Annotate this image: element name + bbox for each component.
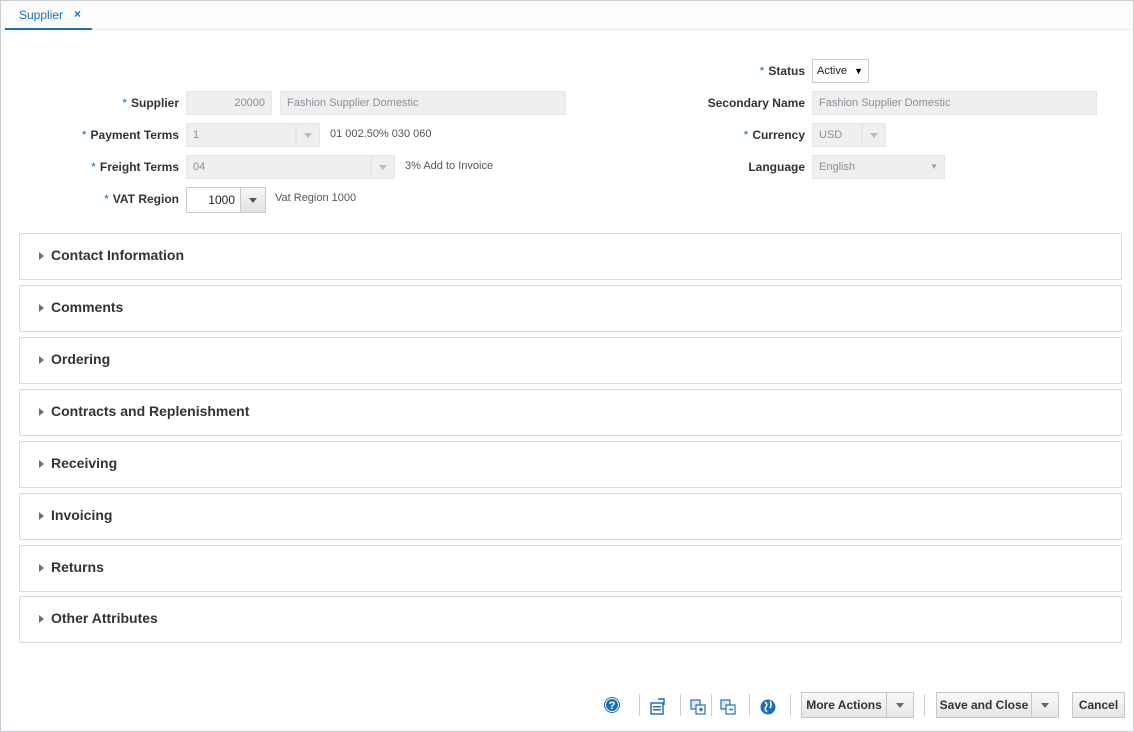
freight-terms-dropdown-icon [371, 155, 395, 179]
freight-terms-label: * Freight Terms [91, 160, 179, 174]
chevron-down-icon [896, 703, 904, 708]
language-field: English ▼ [812, 155, 945, 179]
expand-arrow-icon [39, 252, 44, 260]
section-ordering[interactable]: Ordering [19, 337, 1122, 384]
section-title[interactable]: Ordering [51, 351, 110, 367]
status-value: Active [817, 65, 847, 77]
cancel-button[interactable]: Cancel [1072, 692, 1125, 718]
section-comments[interactable]: Comments [19, 285, 1122, 332]
tab-label[interactable]: Supplier [19, 8, 63, 22]
supplier-name-field: Fashion Supplier Domestic [280, 91, 566, 115]
section-title[interactable]: Contracts and Replenishment [51, 403, 249, 419]
svg-text:?: ? [609, 700, 616, 712]
payment-terms-description: 01 002.50% 030 060 [330, 128, 432, 140]
section-title[interactable]: Receiving [51, 455, 117, 471]
expand-arrow-icon [39, 408, 44, 416]
chevron-down-icon [249, 198, 257, 203]
section-contact-information[interactable]: Contact Information [19, 233, 1122, 280]
globe-icon[interactable] [759, 698, 779, 718]
copy-icon[interactable] [719, 698, 739, 718]
toolbar-separator [711, 694, 712, 716]
toolbar-separator [749, 694, 750, 716]
export-icon[interactable] [649, 698, 669, 718]
currency-field: USD [812, 123, 862, 147]
chevron-down-icon [1041, 703, 1049, 708]
expand-arrow-icon [39, 304, 44, 312]
section-title[interactable]: Other Attributes [51, 610, 158, 626]
attach-icon[interactable] [689, 698, 709, 718]
section-title[interactable]: Comments [51, 299, 123, 315]
section-title[interactable]: Invoicing [51, 507, 112, 523]
currency-label: * Currency [743, 128, 805, 142]
window-frame: Supplier × * Supplier 20000 Fashion Suppl… [0, 0, 1134, 732]
chevron-down-icon: ▼ [930, 162, 938, 171]
toolbar-separator [924, 694, 925, 716]
currency-dropdown-icon [862, 123, 886, 147]
freight-terms-description: 3% Add to Invoice [405, 160, 494, 172]
more-actions-button[interactable]: More Actions [801, 692, 887, 718]
status-label: * Status [759, 64, 805, 78]
expand-arrow-icon [39, 512, 44, 520]
payment-terms-dropdown-icon [296, 123, 320, 147]
section-contracts-replenishment[interactable]: Contracts and Replenishment [19, 389, 1122, 436]
expand-arrow-icon [39, 460, 44, 468]
language-value: English [819, 161, 856, 173]
vat-region-label: * VAT Region [104, 192, 179, 206]
help-icon[interactable]: ? [603, 696, 623, 716]
vat-region-description: Vat Region 1000 [275, 192, 357, 204]
section-invoicing[interactable]: Invoicing [19, 493, 1122, 540]
section-title[interactable]: Contact Information [51, 247, 184, 263]
expand-arrow-icon [39, 564, 44, 572]
payment-terms-field: 1 [186, 123, 296, 147]
status-select[interactable]: Active ▼ [812, 59, 869, 83]
vat-region-input[interactable]: 1000 [186, 187, 241, 213]
toolbar-separator [680, 694, 681, 716]
section-other-attributes[interactable]: Other Attributes [19, 596, 1122, 643]
section-receiving[interactable]: Receiving [19, 441, 1122, 488]
vat-region-dropdown-button[interactable] [240, 187, 266, 213]
expand-arrow-icon [39, 356, 44, 364]
more-actions-dropdown[interactable] [886, 692, 914, 718]
section-title[interactable]: Returns [51, 559, 104, 575]
toolbar-separator [790, 694, 791, 716]
chevron-down-icon: ▼ [854, 66, 863, 76]
save-dropdown[interactable] [1031, 692, 1059, 718]
payment-terms-label: * Payment Terms [81, 128, 179, 142]
language-label: Language [748, 160, 805, 174]
tab-bar: Supplier × [2, 2, 1132, 30]
secondary-name-field: Fashion Supplier Domestic [812, 91, 1097, 115]
save-and-close-button[interactable]: Save and Close [936, 692, 1032, 718]
freight-terms-field: 04 [186, 155, 371, 179]
expand-arrow-icon [39, 615, 44, 623]
toolbar-separator [639, 694, 640, 716]
supplier-label: * Supplier [122, 96, 179, 110]
supplier-id-field: 20000 [186, 91, 272, 115]
section-returns[interactable]: Returns [19, 545, 1122, 592]
close-icon[interactable]: × [74, 7, 81, 21]
secondary-name-label: Secondary Name [707, 96, 805, 110]
tab-supplier[interactable]: Supplier × [5, 2, 92, 30]
